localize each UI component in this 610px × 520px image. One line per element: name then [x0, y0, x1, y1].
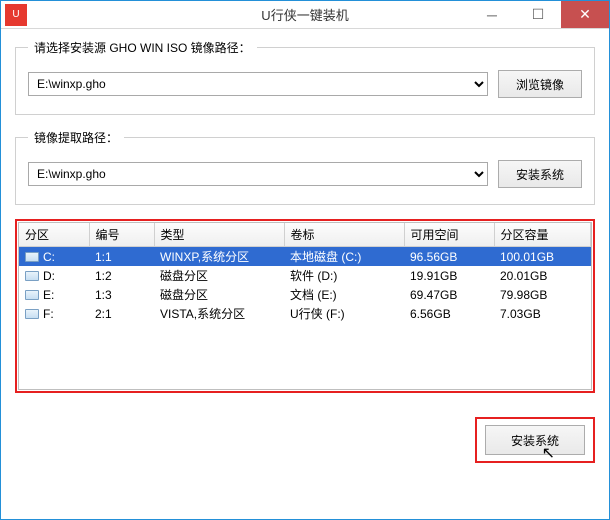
header-type[interactable]: 类型: [154, 223, 284, 247]
install-system-button-bottom[interactable]: 安装系统: [485, 425, 585, 455]
table-cell: E:: [19, 285, 89, 304]
extract-path-group: 镜像提取路径： E:\winxp.gho 安装系统: [15, 129, 595, 205]
close-button[interactable]: ✕: [561, 1, 609, 28]
table-cell: 79.98GB: [494, 285, 591, 304]
table-cell: 2:1: [89, 304, 154, 323]
browse-image-button[interactable]: 浏览镜像: [498, 70, 582, 98]
header-number[interactable]: 编号: [89, 223, 154, 247]
drive-icon: [25, 271, 39, 281]
table-row[interactable]: D:1:2磁盘分区软件 (D:)19.91GB20.01GB: [19, 266, 591, 285]
table-cell: 本地磁盘 (C:): [284, 247, 404, 267]
table-cell: C:: [19, 247, 89, 267]
table-cell: 1:1: [89, 247, 154, 267]
source-image-group: 请选择安装源 GHO WIN ISO 镜像路径： E:\winxp.gho 浏览…: [15, 39, 595, 115]
table-header-row: 分区 编号 类型 卷标 可用空间 分区容量: [19, 223, 591, 247]
partition-table-highlight: 分区 编号 类型 卷标 可用空间 分区容量 C:1:1WINXP,系统分区本地磁…: [15, 219, 595, 393]
table-cell: 69.47GB: [404, 285, 494, 304]
table-cell: 磁盘分区: [154, 285, 284, 304]
table-cell: F:: [19, 304, 89, 323]
table-cell: 1:2: [89, 266, 154, 285]
table-cell: 100.01GB: [494, 247, 591, 267]
table-cell: D:: [19, 266, 89, 285]
table-cell: 7.03GB: [494, 304, 591, 323]
table-cell: 磁盘分区: [154, 266, 284, 285]
drive-icon: [25, 252, 39, 262]
table-row[interactable]: F:2:1VISTA,系统分区U行侠 (F:)6.56GB7.03GB: [19, 304, 591, 323]
app-icon-label: U: [12, 9, 19, 20]
maximize-button[interactable]: ☐: [515, 1, 561, 28]
window-titlebar: U U行侠一键装机 ─ ☐ ✕: [1, 1, 609, 29]
app-icon: U: [5, 4, 27, 26]
table-cell: 19.91GB: [404, 266, 494, 285]
table-cell: 20.01GB: [494, 266, 591, 285]
content-area: 请选择安装源 GHO WIN ISO 镜像路径： E:\winxp.gho 浏览…: [1, 29, 609, 477]
source-image-combo[interactable]: E:\winxp.gho: [28, 72, 488, 96]
extract-path-combo[interactable]: E:\winxp.gho: [28, 162, 488, 186]
drive-icon: [25, 309, 39, 319]
bottom-button-area: 安装系统 ↖: [15, 417, 595, 463]
table-cell: 96.56GB: [404, 247, 494, 267]
header-capacity[interactable]: 分区容量: [494, 223, 591, 247]
table-cell: 软件 (D:): [284, 266, 404, 285]
install-button-highlight: 安装系统 ↖: [475, 417, 595, 463]
header-volume[interactable]: 卷标: [284, 223, 404, 247]
table-cell: VISTA,系统分区: [154, 304, 284, 323]
table-row[interactable]: E:1:3磁盘分区文档 (E:)69.47GB79.98GB: [19, 285, 591, 304]
header-partition[interactable]: 分区: [19, 223, 89, 247]
extract-path-legend: 镜像提取路径：: [28, 129, 124, 146]
table-cell: WINXP,系统分区: [154, 247, 284, 267]
window-controls: ─ ☐ ✕: [469, 1, 609, 28]
install-system-button-top[interactable]: 安装系统: [498, 160, 582, 188]
partition-table: 分区 编号 类型 卷标 可用空间 分区容量 C:1:1WINXP,系统分区本地磁…: [19, 223, 591, 323]
source-image-legend: 请选择安装源 GHO WIN ISO 镜像路径：: [28, 39, 257, 56]
table-cell: 1:3: [89, 285, 154, 304]
drive-icon: [25, 290, 39, 300]
table-row[interactable]: C:1:1WINXP,系统分区本地磁盘 (C:)96.56GB100.01GB: [19, 247, 591, 267]
minimize-button[interactable]: ─: [469, 1, 515, 28]
window-title: U行侠一键装机: [261, 5, 348, 24]
table-cell: 文档 (E:): [284, 285, 404, 304]
header-free[interactable]: 可用空间: [404, 223, 494, 247]
table-cell: U行侠 (F:): [284, 304, 404, 323]
partition-table-container: 分区 编号 类型 卷标 可用空间 分区容量 C:1:1WINXP,系统分区本地磁…: [18, 222, 592, 390]
table-cell: 6.56GB: [404, 304, 494, 323]
